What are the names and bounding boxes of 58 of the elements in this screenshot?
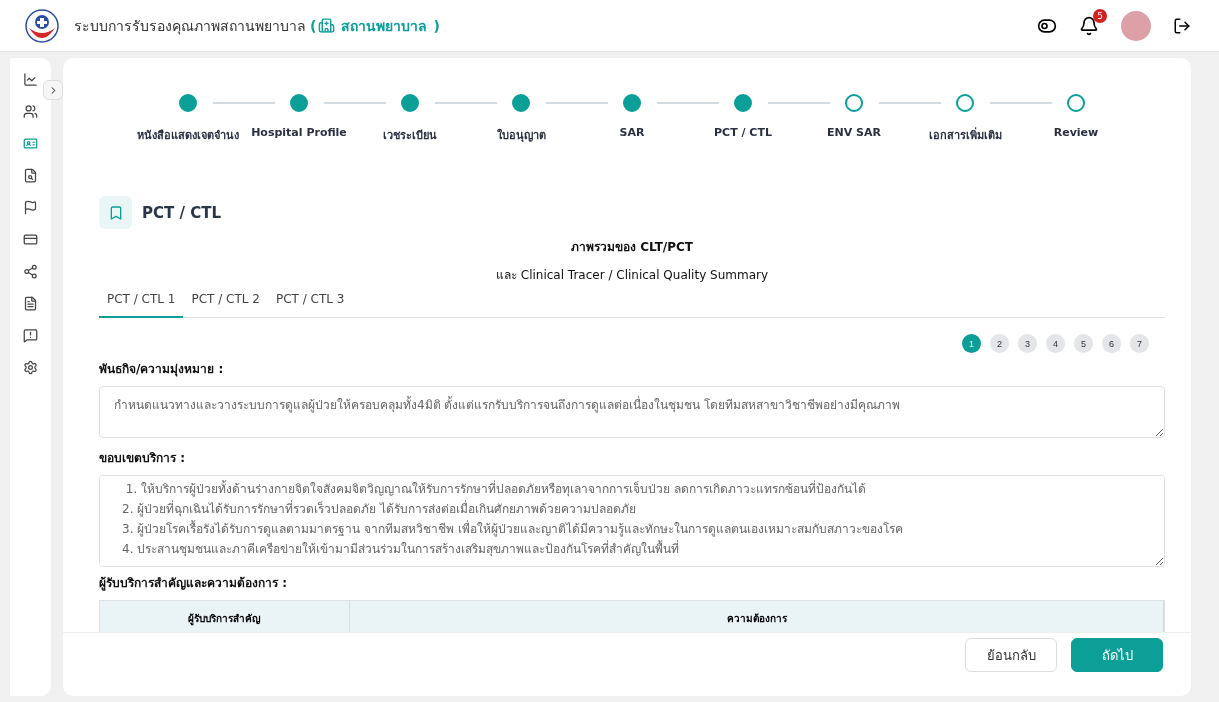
sidebar-item[interactable]: [23, 168, 38, 183]
back-button[interactable]: ย้อนกลับ: [965, 638, 1057, 672]
step-label: Hospital Profile: [251, 126, 347, 139]
page-button[interactable]: 3: [1018, 334, 1037, 353]
line-chart-icon: [23, 72, 38, 87]
message-alert-icon: [23, 328, 38, 343]
step-label: ENV SAR: [827, 126, 881, 139]
field-label: ขอบเขตบริการ :: [99, 450, 186, 467]
notification-icon[interactable]: [1079, 15, 1099, 36]
step-label: Review: [1053, 126, 1099, 139]
bookmark-icon: [99, 196, 132, 229]
field-label: พันธกิจ/ความมุ่งหมาย :: [99, 361, 225, 378]
tab[interactable]: PCT / CTL 1: [99, 286, 184, 318]
id-card-icon: [23, 136, 38, 151]
logo-icon: [24, 7, 60, 44]
step-label: หนังสือแสดงเจตจำนง: [137, 128, 239, 144]
step-label: ใบอนุญาต: [496, 127, 546, 144]
settings-icon: [23, 360, 38, 375]
role-label: สถานพยาบาล: [341, 16, 428, 36]
column-header: ความต้องการ: [350, 601, 1164, 632]
document-icon: [23, 296, 38, 311]
sidebar-item[interactable]: [23, 328, 38, 343]
share-icon: [23, 264, 38, 279]
tab[interactable]: PCT / CTL 3: [267, 286, 353, 318]
column-header: ผู้รับบริการสำคัญ: [100, 601, 350, 632]
page-button[interactable]: 6: [1102, 334, 1121, 353]
app-title: ระบบการรับรองคุณภาพสถานพยาบาล: [74, 16, 306, 37]
sidebar-item[interactable]: [23, 232, 38, 247]
page-button[interactable]: 5: [1074, 334, 1093, 353]
sidebar-item[interactable]: [23, 296, 38, 311]
step-label: SAR: [619, 126, 645, 139]
sidebar-item[interactable]: [23, 200, 38, 215]
sidebar-item[interactable]: [23, 264, 38, 279]
page-button[interactable]: 7: [1130, 334, 1149, 353]
sidebar-item[interactable]: [23, 360, 38, 375]
overview-subheading: และ Clinical Tracer / Clinical Quality Summary: [494, 267, 770, 284]
sidebar-item[interactable]: [23, 72, 38, 87]
hospital-icon: [318, 17, 336, 34]
step-label: เวชระเบียน: [383, 128, 437, 144]
section-title: PCT / CTL: [142, 203, 221, 222]
notification-badge: 5: [1093, 8, 1107, 23]
overview-heading: ภาพรวมของ CLT/PCT: [570, 239, 694, 256]
role-paren: ): [433, 17, 440, 34]
page-button[interactable]: 4: [1046, 334, 1065, 353]
step-label: PCT / CTL: [714, 126, 772, 139]
mission-field[interactable]: กำหนดแนวทางและวางระบบการดูแลผู้ป่วยให้ครอบคลุมทั้ง4มิติ ตั้งแต่แรกรับบริการจนถึงการดูแลต่อเนื่องในชุมชน โดยทีมสหสาขาวิชาชีพอย่างมีคุณภาพ: [99, 386, 1165, 438]
tab[interactable]: PCT / CTL 2: [183, 286, 268, 318]
flag-icon: [23, 200, 38, 215]
logout-icon[interactable]: [1173, 16, 1191, 35]
users-icon: [23, 104, 38, 119]
field-label: ผู้รับบริการสำคัญและความต้องการ :: [99, 575, 288, 592]
document-search-icon: [23, 168, 38, 183]
step-label: เอกสารเพิ่มเติม: [928, 126, 1002, 144]
card-icon: [23, 232, 38, 247]
sidebar-item[interactable]: [23, 104, 38, 119]
page-button[interactable]: 2: [990, 334, 1009, 353]
scope-field[interactable]: 1. ให้บริการผู้ป่วยทั้งด้านร่างกายจิตใจสังคมจิตวิญญาณให้รับการรักษาที่ปลอดภัยหรือทุเลาจากการเจ็บป่วย ลดการเกิดภาวะแทรกซ้อนที่ป้องกันได้ 2. ผู้ป่วยที่ฉุกเฉินได้รับการรักษาที่รวดเร็วปลอดภัย ได้รับการส่งต่อเมื่อเกินศักยภาพด้วยความปลอดภัย 3. ผู้ป่วยโรคเรื้อรังได้รับการดูแลตามมาตรฐาน จากทีมสหวิชาชีพ เพื่อให้ผู้ป่วยและญาติได้มีความรู้และทักษะในการดูแลตนเองเหมาะสมกับสภาวะของโรค 4. ประสานชุมชนและภาคีเครือข่ายให้เข้ามามีส่วนร่วมในการสร้างเสริมสุขภาพและป้องกันโรคที่สำคัญในพื้นที่: [99, 475, 1165, 567]
role-paren: (: [310, 17, 317, 34]
